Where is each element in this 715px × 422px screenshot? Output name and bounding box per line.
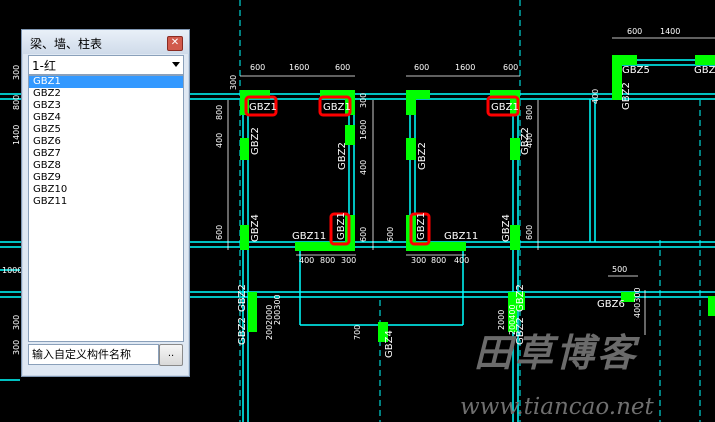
watermark-url: www.tiancao.net	[460, 394, 654, 420]
label-gbz2-c: GBZ2	[417, 142, 428, 170]
label-gbz1-d: GBZ1	[336, 212, 347, 240]
label-gbz2-g: GBZ2	[237, 284, 248, 312]
dim-400-b: 400	[454, 256, 469, 265]
label-gbz11-b: GBZ11	[444, 231, 478, 242]
list-item[interactable]: GBZ8	[29, 160, 183, 172]
dim-400-a: 400	[299, 256, 314, 265]
dim-600-g: 600	[359, 227, 368, 242]
layer-filter-select[interactable]: 1-红	[28, 55, 184, 75]
label-gbz11-a: GBZ11	[292, 231, 326, 242]
dim-300-f: 300	[12, 315, 21, 330]
highlight-boxes	[244, 95, 520, 246]
list-item[interactable]: GBZ5	[29, 124, 183, 136]
dim-1600-b: 1600	[455, 63, 475, 72]
layer-filter-value: 1-红	[32, 59, 56, 73]
panel-titlebar[interactable]: 梁、墙、柱表 ✕	[22, 30, 189, 54]
label-gbz1-a: GBZ1	[249, 102, 277, 113]
panel-title: 梁、墙、柱表	[30, 37, 103, 51]
dim-800-b: 800	[431, 256, 446, 265]
browse-button[interactable]: ..	[159, 344, 183, 366]
dim-600-a: 600	[250, 63, 265, 72]
dim-200-a: 200	[265, 325, 274, 340]
list-item[interactable]: GBZ2	[29, 88, 183, 100]
label-gbz1-b: GBZ1	[323, 102, 351, 113]
dim-700: 700	[353, 325, 362, 340]
dim-800-d: 800	[525, 105, 534, 120]
dim-600-f: 600	[215, 225, 224, 240]
label-gbz6: GBZ6	[597, 299, 625, 310]
dim-300-g: 300	[12, 340, 21, 355]
dim-300-d: 300	[229, 75, 238, 90]
list-item[interactable]: GBZ1	[29, 76, 183, 88]
chevron-down-icon[interactable]	[172, 62, 180, 67]
list-item[interactable]: GBZ6	[29, 136, 183, 148]
label-gbz2-a: GBZ2	[250, 127, 261, 155]
label-gbz4-b: GBZ4	[501, 214, 512, 242]
dim-300-c: 300	[359, 93, 368, 108]
dim-1000: 1000	[2, 266, 22, 275]
dim-200300: 200300	[273, 294, 282, 325]
list-item[interactable]: GBZ3	[29, 100, 183, 112]
close-icon[interactable]: ✕	[167, 36, 183, 51]
dim-1400: 1400	[660, 27, 680, 36]
dim-400-f: 400	[591, 89, 600, 104]
dim-300-b: 300	[411, 256, 426, 265]
dim-600-h: 600	[386, 227, 395, 242]
component-list[interactable]: GBZ1 GBZ2 GBZ3 GBZ4 GBZ5 GBZ6 GBZ7 GBZ8 …	[28, 75, 184, 342]
label-gbz5-b: GBZ5	[694, 65, 715, 76]
list-item[interactable]: GBZ10	[29, 184, 183, 196]
dim-1600-a: 1600	[289, 63, 309, 72]
dim-800-a: 800	[320, 256, 335, 265]
label-gbz1-c: GBZ1	[491, 102, 519, 113]
dim-600-e: 600	[627, 27, 642, 36]
list-item[interactable]: GBZ9	[29, 172, 183, 184]
dim-400300: 400300	[633, 287, 642, 318]
label-gbz2-b: GBZ2	[337, 142, 348, 170]
label-gbz5-a: GBZ5	[622, 65, 650, 76]
dim-1400-b: 1400	[12, 125, 21, 145]
dim-600-d: 600	[503, 63, 518, 72]
dim-800-c: 800	[215, 105, 224, 120]
dim-400-d: 400	[359, 160, 368, 175]
list-item[interactable]: GBZ4	[29, 112, 183, 124]
dim-600-c: 600	[414, 63, 429, 72]
dim-600-b: 600	[335, 63, 350, 72]
label-gbz2-e: GBZ2	[621, 82, 632, 110]
dim-800-e: 800	[12, 95, 21, 110]
label-gbz1-e: GBZ1	[416, 212, 427, 240]
list-item[interactable]: GBZ7	[29, 148, 183, 160]
dim-300-a: 300	[341, 256, 356, 265]
wall-columns	[240, 55, 715, 342]
label-gbz2-f: GBZ2	[237, 317, 248, 345]
custom-component-name-input[interactable]: 输入自定义构件名称	[28, 344, 159, 365]
watermark-logo-text: 田草博客	[474, 330, 639, 375]
dim-400-c: 400	[215, 133, 224, 148]
dim-1600-c: 1600	[359, 120, 368, 140]
dim-500: 500	[612, 265, 627, 274]
beam-wall-column-table-panel: 梁、墙、柱表 ✕ 1-红 GBZ1 GBZ2 GBZ3 GBZ4 GBZ5 GB…	[21, 29, 190, 377]
dim-300-e: 300	[12, 65, 21, 80]
label-gbz4-a: GBZ4	[250, 214, 261, 242]
dim-400-e: 400	[525, 133, 534, 148]
list-item[interactable]: GBZ11	[29, 196, 183, 208]
dim-600-i: 600	[525, 225, 534, 240]
label-gbz4-c: GBZ4	[384, 330, 395, 358]
